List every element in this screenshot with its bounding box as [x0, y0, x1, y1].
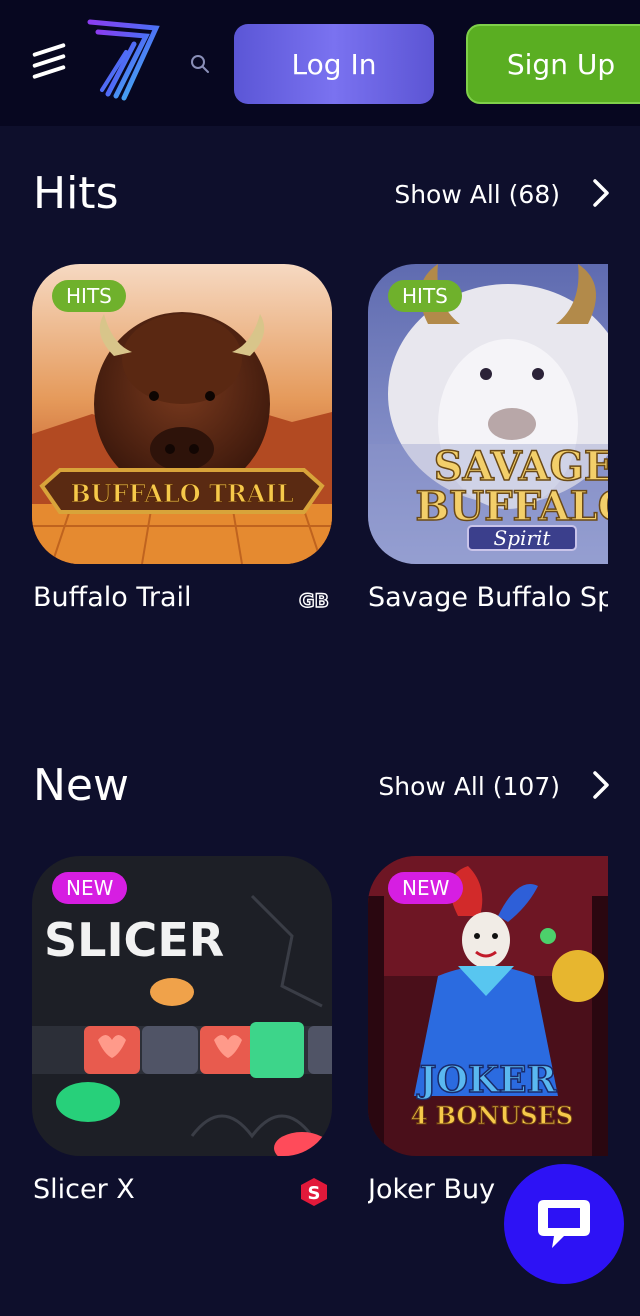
signup-button[interactable]: Sign Up — [466, 24, 640, 104]
new-badge: NEW — [52, 872, 128, 904]
game-art-text: BUFFALO TRAIL — [70, 479, 293, 508]
game-art-subtitle: Spirit — [494, 526, 552, 550]
game-card-buffalo-trail[interactable]: BUFFALO TRAIL HITS — [32, 264, 332, 564]
live-chat-button[interactable] — [504, 1164, 624, 1284]
show-all-new-link[interactable]: Show All (107) — [378, 772, 560, 801]
chevron-right-icon[interactable] — [592, 178, 610, 208]
svg-text:GB: GB — [299, 590, 329, 612]
game-title[interactable]: Joker Buy Bo — [368, 1174, 504, 1205]
game-title[interactable]: Savage Buffalo Spir — [368, 582, 608, 613]
svg-text:S: S — [308, 1183, 321, 1204]
chat-bubble-icon — [538, 1200, 590, 1248]
game-art-title: JOKER — [416, 1059, 557, 1101]
brand-logo[interactable] — [84, 14, 164, 104]
top-header: Log In Sign Up — [0, 0, 640, 126]
game-art-subtitle: 4 BONUSES — [411, 1101, 574, 1130]
new-badge: NEW — [388, 872, 464, 904]
menu-icon[interactable] — [30, 42, 68, 80]
section-title-new: New — [33, 760, 129, 811]
login-button[interactable]: Log In — [234, 24, 434, 104]
show-all-hits-link[interactable]: Show All (68) — [394, 180, 560, 209]
hits-badge: HITS — [388, 280, 462, 312]
hits-badge: HITS — [52, 280, 126, 312]
game-title[interactable]: Slicer X — [33, 1174, 135, 1205]
section-title-hits: Hits — [33, 168, 119, 219]
search-icon[interactable] — [188, 52, 212, 76]
game-card-savage-buffalo-spirit[interactable]: SAVAGE BUFFALO Spirit HITS — [368, 264, 608, 564]
game-card-slicer-x[interactable]: SLICER NEW — [32, 856, 332, 1156]
game-title[interactable]: Buffalo Trail — [33, 582, 192, 613]
game-art-logo: SLICER — [44, 913, 224, 967]
game-art-title-2: BUFFALO — [415, 483, 608, 530]
provider-s-icon: S — [301, 1178, 327, 1206]
chevron-right-icon[interactable] — [592, 770, 610, 800]
game-card-joker-buy-bonus[interactable]: JOKER 4 BONUSES NEW — [368, 856, 608, 1156]
provider-gb-icon: GB — [298, 589, 329, 612]
